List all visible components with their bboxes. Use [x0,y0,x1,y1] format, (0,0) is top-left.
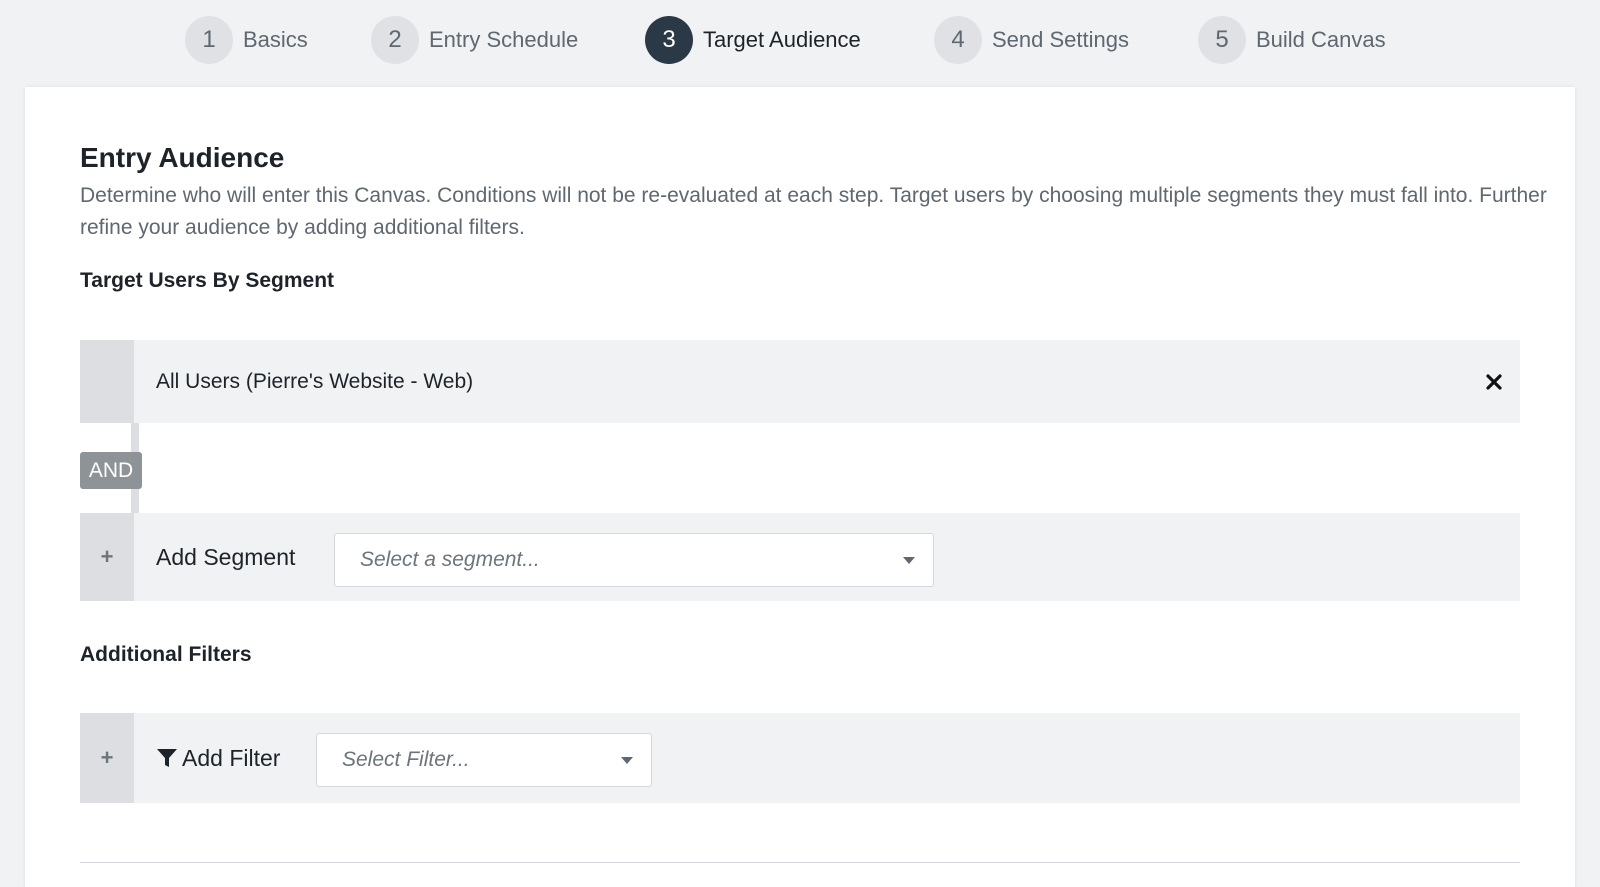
step-basics[interactable]: 1 Basics [185,16,308,64]
filter-select[interactable]: Select Filter... [316,733,652,787]
segment-row: All Users (Pierre's Website - Web) [80,340,1520,423]
step-number: 1 [185,16,233,64]
step-send-settings[interactable]: 4 Send Settings [934,16,1129,64]
section-divider [80,862,1520,863]
segment-select-placeholder: Select a segment... [360,548,540,571]
add-filter-row: + Add Filter [80,713,1520,803]
chevron-down-icon [903,557,915,564]
close-icon [1486,373,1502,390]
step-number: 4 [934,16,982,64]
plus-icon: + [80,713,134,803]
plus-icon: + [80,513,134,601]
segment-name: All Users (Pierre's Website - Web) [156,369,474,393]
step-entry-schedule[interactable]: 2 Entry Schedule [371,16,578,64]
entry-audience-card: Entry Audience Determine who will enter … [25,87,1575,887]
filter-icon [157,749,177,767]
chevron-down-icon [621,757,633,764]
step-number: 2 [371,16,419,64]
add-segment-label: Add Segment [156,543,296,570]
step-build-canvas[interactable]: 5 Build Canvas [1198,16,1386,64]
page-title: Entry Audience [80,142,285,173]
and-badge: AND [80,452,142,489]
step-number: 5 [1198,16,1246,64]
section-description: Determine who will enter this Canvas. Co… [80,184,1547,239]
step-number: 3 [645,16,693,64]
filter-select-placeholder: Select Filter... [342,748,470,771]
add-filter-label: Add Filter [182,744,281,771]
step-label: Send Settings [992,27,1129,52]
step-target-audience[interactable]: 3 Target Audience [645,16,861,64]
wizard-stepper: 1 Basics 2 Entry Schedule 3 Target Audie… [0,0,1600,82]
segment-select[interactable]: Select a segment... [334,533,934,587]
row-handle [80,340,134,423]
step-label: Target Audience [703,27,861,52]
segments-heading: Target Users By Segment [80,269,335,292]
step-label: Entry Schedule [429,27,579,52]
step-label: Build Canvas [1256,27,1386,52]
remove-segment-button[interactable] [1482,370,1506,394]
add-filter-label-group: Add Filter [156,745,280,772]
filters-heading: Additional Filters [80,643,252,666]
step-label: Basics [243,27,308,52]
